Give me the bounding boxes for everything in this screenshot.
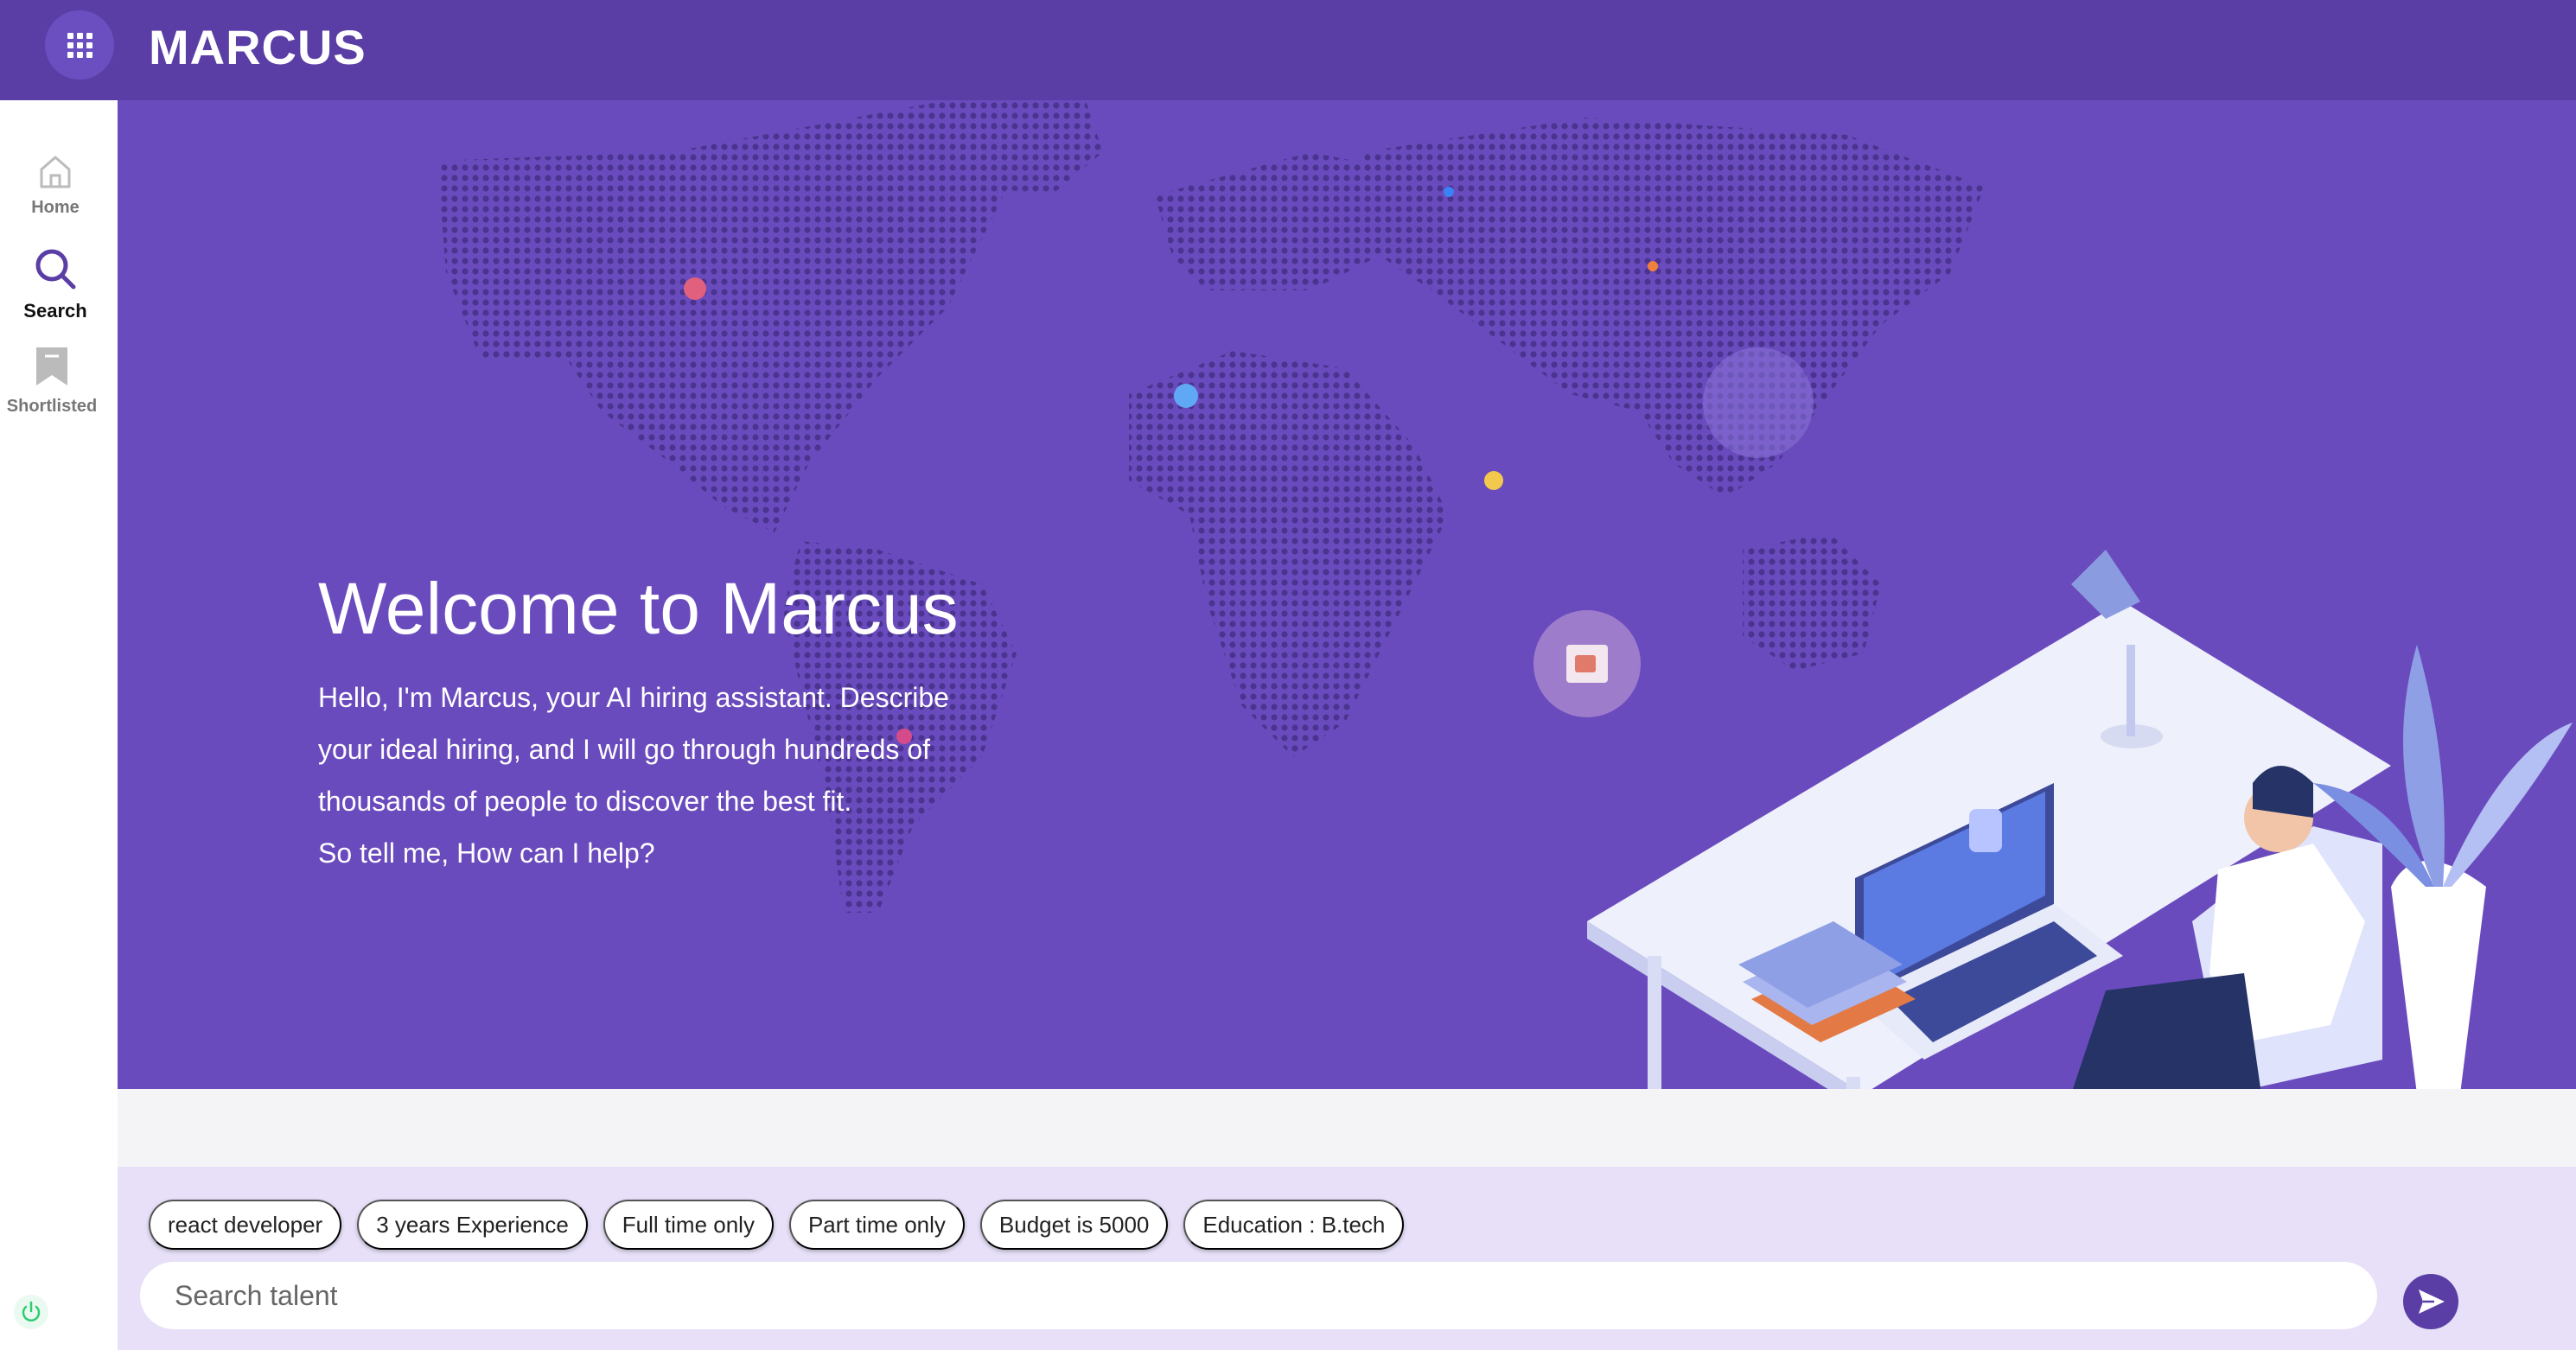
desk-person-illustration	[1587, 550, 2573, 1089]
brand-title: MARCUS	[149, 20, 367, 74]
suggestion-chip[interactable]: 3 years Experience	[357, 1200, 588, 1250]
hero-floor	[118, 1089, 2576, 1167]
hero-banner: Welcome to Marcus Hello, I'm Marcus, you…	[118, 100, 2576, 1089]
suggestion-chip[interactable]: Part time only	[788, 1200, 965, 1250]
hero-text: Welcome to Marcus Hello, I'm Marcus, you…	[318, 567, 1096, 879]
send-button[interactable]	[2403, 1274, 2458, 1329]
sidebar: Home Search Shortlisted	[0, 100, 118, 1350]
suggestion-chips: react developer 3 years Experience Full …	[149, 1200, 1405, 1250]
hero-line: So tell me, How can I help?	[318, 837, 655, 869]
hero-line: Hello, I'm Marcus, your AI hiring assist…	[318, 682, 949, 713]
send-icon	[2419, 1290, 2445, 1314]
sidebar-item-shortlisted[interactable]: Shortlisted	[0, 344, 107, 417]
power-icon	[22, 1301, 41, 1321]
sidebar-item-search[interactable]: Search	[0, 245, 111, 322]
hero-line: thousands of people to discover the best…	[318, 786, 852, 817]
sidebar-item-label: Shortlisted	[6, 397, 98, 416]
suggestion-chip[interactable]: Education : B.tech	[1183, 1200, 1405, 1250]
search-panel: react developer 3 years Experience Full …	[118, 1167, 2576, 1350]
apps-grid-button[interactable]	[45, 10, 114, 80]
sidebar-item-home[interactable]: Home	[0, 152, 111, 218]
home-icon	[40, 156, 71, 188]
apps-grid-icon	[67, 32, 92, 58]
sidebar-item-label: Home	[31, 198, 80, 217]
power-button[interactable]	[14, 1295, 48, 1329]
hero-title: Welcome to Marcus	[318, 568, 959, 649]
search-icon	[35, 249, 76, 290]
bookmark-icon	[36, 347, 67, 385]
hero-description: Hello, I'm Marcus, your AI hiring assist…	[318, 672, 1096, 879]
top-bar: MARCUS	[0, 0, 2576, 100]
search-input[interactable]	[140, 1262, 2377, 1329]
suggestion-chip[interactable]: Budget is 5000	[979, 1200, 1169, 1250]
hero-line: your ideal hiring, and I will go through…	[318, 734, 930, 765]
sidebar-item-label: Search	[23, 300, 87, 322]
suggestion-chip[interactable]: react developer	[149, 1200, 342, 1250]
suggestion-chip[interactable]: Full time only	[603, 1200, 774, 1250]
